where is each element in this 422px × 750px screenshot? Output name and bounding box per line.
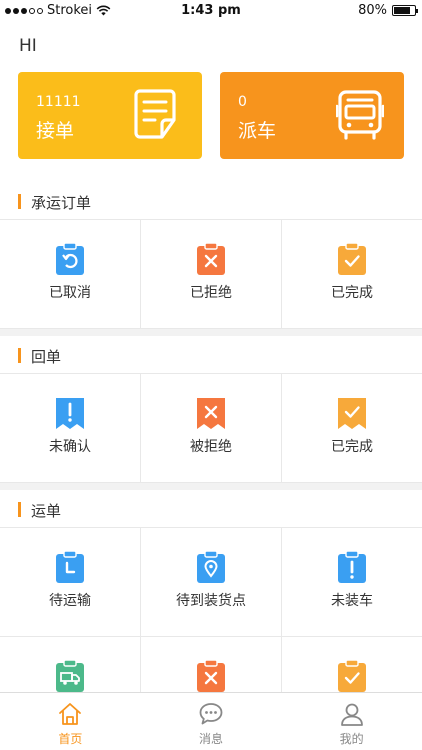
dispatch-card[interactable]: 0 派车 [220,72,404,159]
exclamation-receipt-icon [56,398,84,429]
check-receipt-icon [338,398,366,429]
cell-completed[interactable]: 已完成 [282,220,422,328]
section-accent-bar [18,194,21,209]
document-icon [134,89,176,139]
section-header: 回单 [0,336,422,374]
orders-card[interactable]: 11111 接单 [18,72,202,159]
x-clipboard-icon [197,659,225,692]
receipts-section: 回单 未确认 被拒绝 已完成 [0,336,422,483]
cell-cancelled[interactable]: 已取消 [0,220,141,328]
cell-rejected[interactable]: 已拒绝 [141,220,282,328]
exclamation-clipboard-icon [338,550,366,583]
status-bar: Strokei 1:43 pm 80% [0,0,422,22]
tab-profile[interactable]: 我的 [281,693,422,750]
grid-row: 已取消 已拒绝 已完成 [0,220,422,329]
undo-clipboard-icon [56,242,84,275]
user-icon [340,703,363,726]
tab-bar: 首页 消息 我的 [0,692,422,750]
section-header: 承运订单 [0,182,422,220]
status-right: 80% [358,3,418,18]
cell-label: 未装车 [331,593,373,609]
x-receipt-icon [197,398,225,429]
greeting-text: HI [19,36,37,56]
section-title: 回单 [31,348,62,366]
section-accent-bar [18,502,21,517]
cell-label: 已完成 [331,285,373,301]
home-icon [59,703,82,725]
section-header: 运单 [0,490,422,528]
grid-row: 未确认 被拒绝 已完成 [0,374,422,483]
cell-awaiting-pickup-point[interactable]: 待到装货点 [141,528,282,636]
cell-receipt-completed[interactable]: 已完成 [282,374,422,482]
clock-clipboard-icon [56,550,84,583]
x-clipboard-icon [197,242,225,275]
cell-not-loaded[interactable]: 未装车 [282,528,422,636]
tab-label: 消息 [199,732,224,746]
section-title: 运单 [31,502,62,520]
cell-refused[interactable]: 被拒绝 [141,374,282,482]
orders-count: 11111 [36,94,81,110]
check-clipboard-icon [338,659,366,692]
cell-label: 待运输 [49,593,91,609]
check-clipboard-icon [338,242,366,275]
cell-label: 已取消 [49,285,91,301]
grid-row: 待运输 待到装货点 未装车 [0,528,422,637]
dispatch-label: 派车 [238,120,277,142]
truck-clipboard-icon [56,659,84,692]
cell-label: 已完成 [331,439,373,455]
section-title: 承运订单 [31,194,92,212]
bus-icon [336,90,384,140]
carrier-orders-section: 承运订单 已取消 已拒绝 已完成 [0,182,422,329]
orders-label: 接单 [36,120,75,142]
cell-unconfirmed[interactable]: 未确认 [0,374,141,482]
cell-label: 已拒绝 [190,285,232,301]
tab-messages[interactable]: 消息 [141,693,282,750]
battery-percent: 80% [358,3,387,18]
tab-label: 首页 [58,732,83,746]
dispatch-count: 0 [238,94,247,110]
tab-label: 我的 [339,732,364,746]
chat-icon [199,703,223,725]
home-header: HI 11111 接单 0 派车 [0,22,422,182]
battery-icon [392,5,418,16]
location-clipboard-icon [197,550,225,583]
cell-label: 未确认 [49,439,91,455]
cell-awaiting-transport[interactable]: 待运输 [0,528,141,636]
tab-home[interactable]: 首页 [0,693,141,750]
cell-label: 被拒绝 [190,439,232,455]
cell-label: 待到装货点 [176,593,246,609]
section-accent-bar [18,348,21,363]
